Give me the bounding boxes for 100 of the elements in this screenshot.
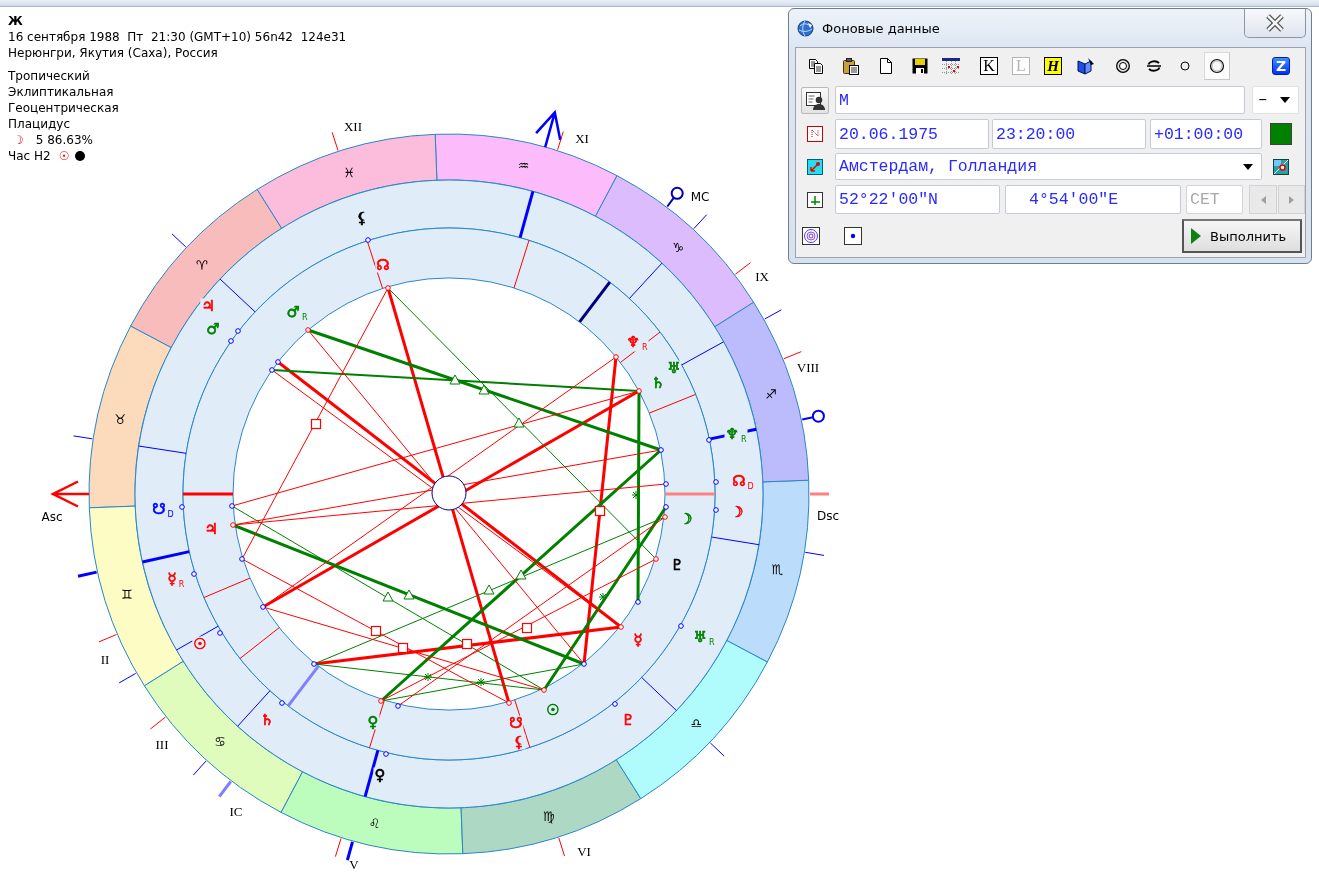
square-icon — [370, 625, 382, 637]
small-ring-icon — [1179, 60, 1191, 72]
zodiac-sign: ♌ — [368, 816, 381, 830]
ring-icon — [1208, 57, 1226, 75]
time-field[interactable]: 23:20:00 — [992, 119, 1146, 149]
circle-marker-icon — [275, 359, 281, 365]
zodiac-sign: ♐ — [765, 387, 777, 401]
planet-glyph: ♂$_{R}$ — [285, 304, 309, 322]
toolbar-button[interactable]: H — [1044, 57, 1062, 75]
color-swatch[interactable] — [1270, 123, 1292, 145]
cusp-line — [665, 492, 715, 496]
cusp-tick — [734, 262, 751, 275]
circle-marker-icon — [635, 599, 641, 605]
house-label: Dsc — [816, 510, 840, 522]
cusp-line — [183, 492, 233, 496]
circle-marker-icon — [191, 571, 197, 577]
target-icon — [802, 227, 820, 245]
circle-marker-icon — [228, 338, 234, 344]
toolbar-button[interactable]: K — [980, 57, 998, 75]
zodiac-sign: ♓ — [343, 165, 356, 179]
caret-icon — [1280, 97, 1290, 103]
zodiac-sign: ♈ — [195, 258, 208, 272]
planet-glyph: ☋ — [508, 715, 524, 731]
planet-glyph: ⚸ — [512, 734, 526, 750]
planet-glyph: ☊$_{D}$ — [731, 473, 755, 491]
planet-glyph: ♂ — [205, 321, 221, 337]
zodiac-sign: ♊ — [121, 587, 133, 601]
cusp-line — [219, 278, 256, 313]
longitude-field[interactable]: 4°54'00"E — [1005, 185, 1181, 214]
cusp-tick — [783, 351, 802, 360]
cusp-line — [518, 191, 535, 239]
planet-glyph: ♅ — [666, 360, 682, 376]
offset-field[interactable]: +01:00:00 — [1150, 119, 1262, 149]
paste-icon — [842, 57, 860, 75]
planet-glyph: ☉ — [192, 636, 208, 652]
planet-glyph: ♆$_{R}$ — [724, 426, 748, 444]
asterisk-icon — [598, 592, 608, 602]
plus-square-icon — [807, 191, 823, 208]
globe-icon — [797, 19, 814, 37]
square-icon — [397, 642, 409, 654]
circle-marker-icon — [663, 481, 669, 487]
moon-phase: 5 86.63% — [35, 132, 93, 148]
cusp-tick — [98, 634, 117, 643]
moon-symbol: ☽ — [13, 132, 24, 148]
cusp-line — [619, 331, 661, 363]
chart-setting: Эклиптикальная — [8, 84, 115, 100]
circle-marker-icon — [613, 354, 619, 360]
circle-marker-icon — [230, 522, 236, 528]
house-label: V — [349, 857, 359, 873]
cusp-line — [237, 690, 271, 727]
calendar-icon — [942, 58, 960, 74]
circle-marker-icon — [229, 503, 235, 509]
circle-marker-icon — [217, 630, 223, 636]
cusp-line — [711, 536, 760, 546]
chart-title: Ж — [8, 13, 24, 29]
house-label: MC — [690, 191, 710, 203]
cusp-line — [681, 341, 725, 366]
copy-icon — [808, 58, 824, 74]
circle-marker-icon — [311, 661, 317, 667]
chart-place: Нерюнгри, Якутия (Саха), Россия — [8, 45, 219, 61]
latitude-field[interactable]: 52°22'00"N — [835, 185, 1000, 214]
cusp-line — [578, 281, 611, 323]
cusp-tick — [764, 309, 782, 320]
triangle-icon — [449, 374, 461, 385]
asterisk-icon — [476, 677, 486, 687]
circle-marker-icon — [618, 624, 624, 630]
play-icon — [1190, 227, 1202, 245]
name-field[interactable]: М — [835, 86, 1245, 114]
circle-marker-icon — [269, 367, 275, 373]
type-select[interactable]: – — [1252, 86, 1299, 114]
cusp-tick — [331, 131, 339, 151]
circle-marker-icon — [378, 698, 384, 704]
circle-marker-icon — [235, 328, 241, 334]
profile-button[interactable] — [801, 86, 829, 114]
house-label: XII — [344, 119, 362, 135]
run-button[interactable]: Выполнить — [1182, 219, 1302, 253]
planet-glyph: ☋$_{D}$ — [151, 501, 175, 519]
house-label: IC — [229, 804, 243, 820]
triangle-icon — [403, 589, 415, 600]
circle-marker-icon — [305, 327, 311, 333]
house-label: XI — [575, 131, 589, 147]
toolbar-button[interactable]: Z — [1272, 57, 1290, 75]
asterisk-icon — [423, 672, 433, 682]
planet-glyph: ♀ — [373, 767, 387, 783]
toolbar-button[interactable] — [1204, 52, 1230, 80]
circle-marker-icon — [713, 507, 719, 513]
zodiac-sign: ♑ — [672, 240, 684, 254]
house-label: Asc — [41, 511, 63, 523]
circle-marker-icon — [395, 703, 401, 709]
zodiac-sign: ♏ — [771, 562, 784, 576]
planetary-hour-label: Час Н2 — [8, 148, 51, 164]
cusp-tick — [171, 233, 187, 248]
square-icon — [461, 638, 473, 650]
place-combo[interactable]: Амстердам, Голландия — [835, 153, 1262, 180]
square-icon — [310, 418, 322, 430]
caret-icon — [1243, 163, 1253, 170]
date-field[interactable]: 20.06.1975 — [835, 119, 989, 149]
close-button[interactable] — [1244, 9, 1306, 38]
zodiac-sign: ♍ — [542, 809, 555, 823]
chevron-right-icon — [1289, 195, 1294, 204]
